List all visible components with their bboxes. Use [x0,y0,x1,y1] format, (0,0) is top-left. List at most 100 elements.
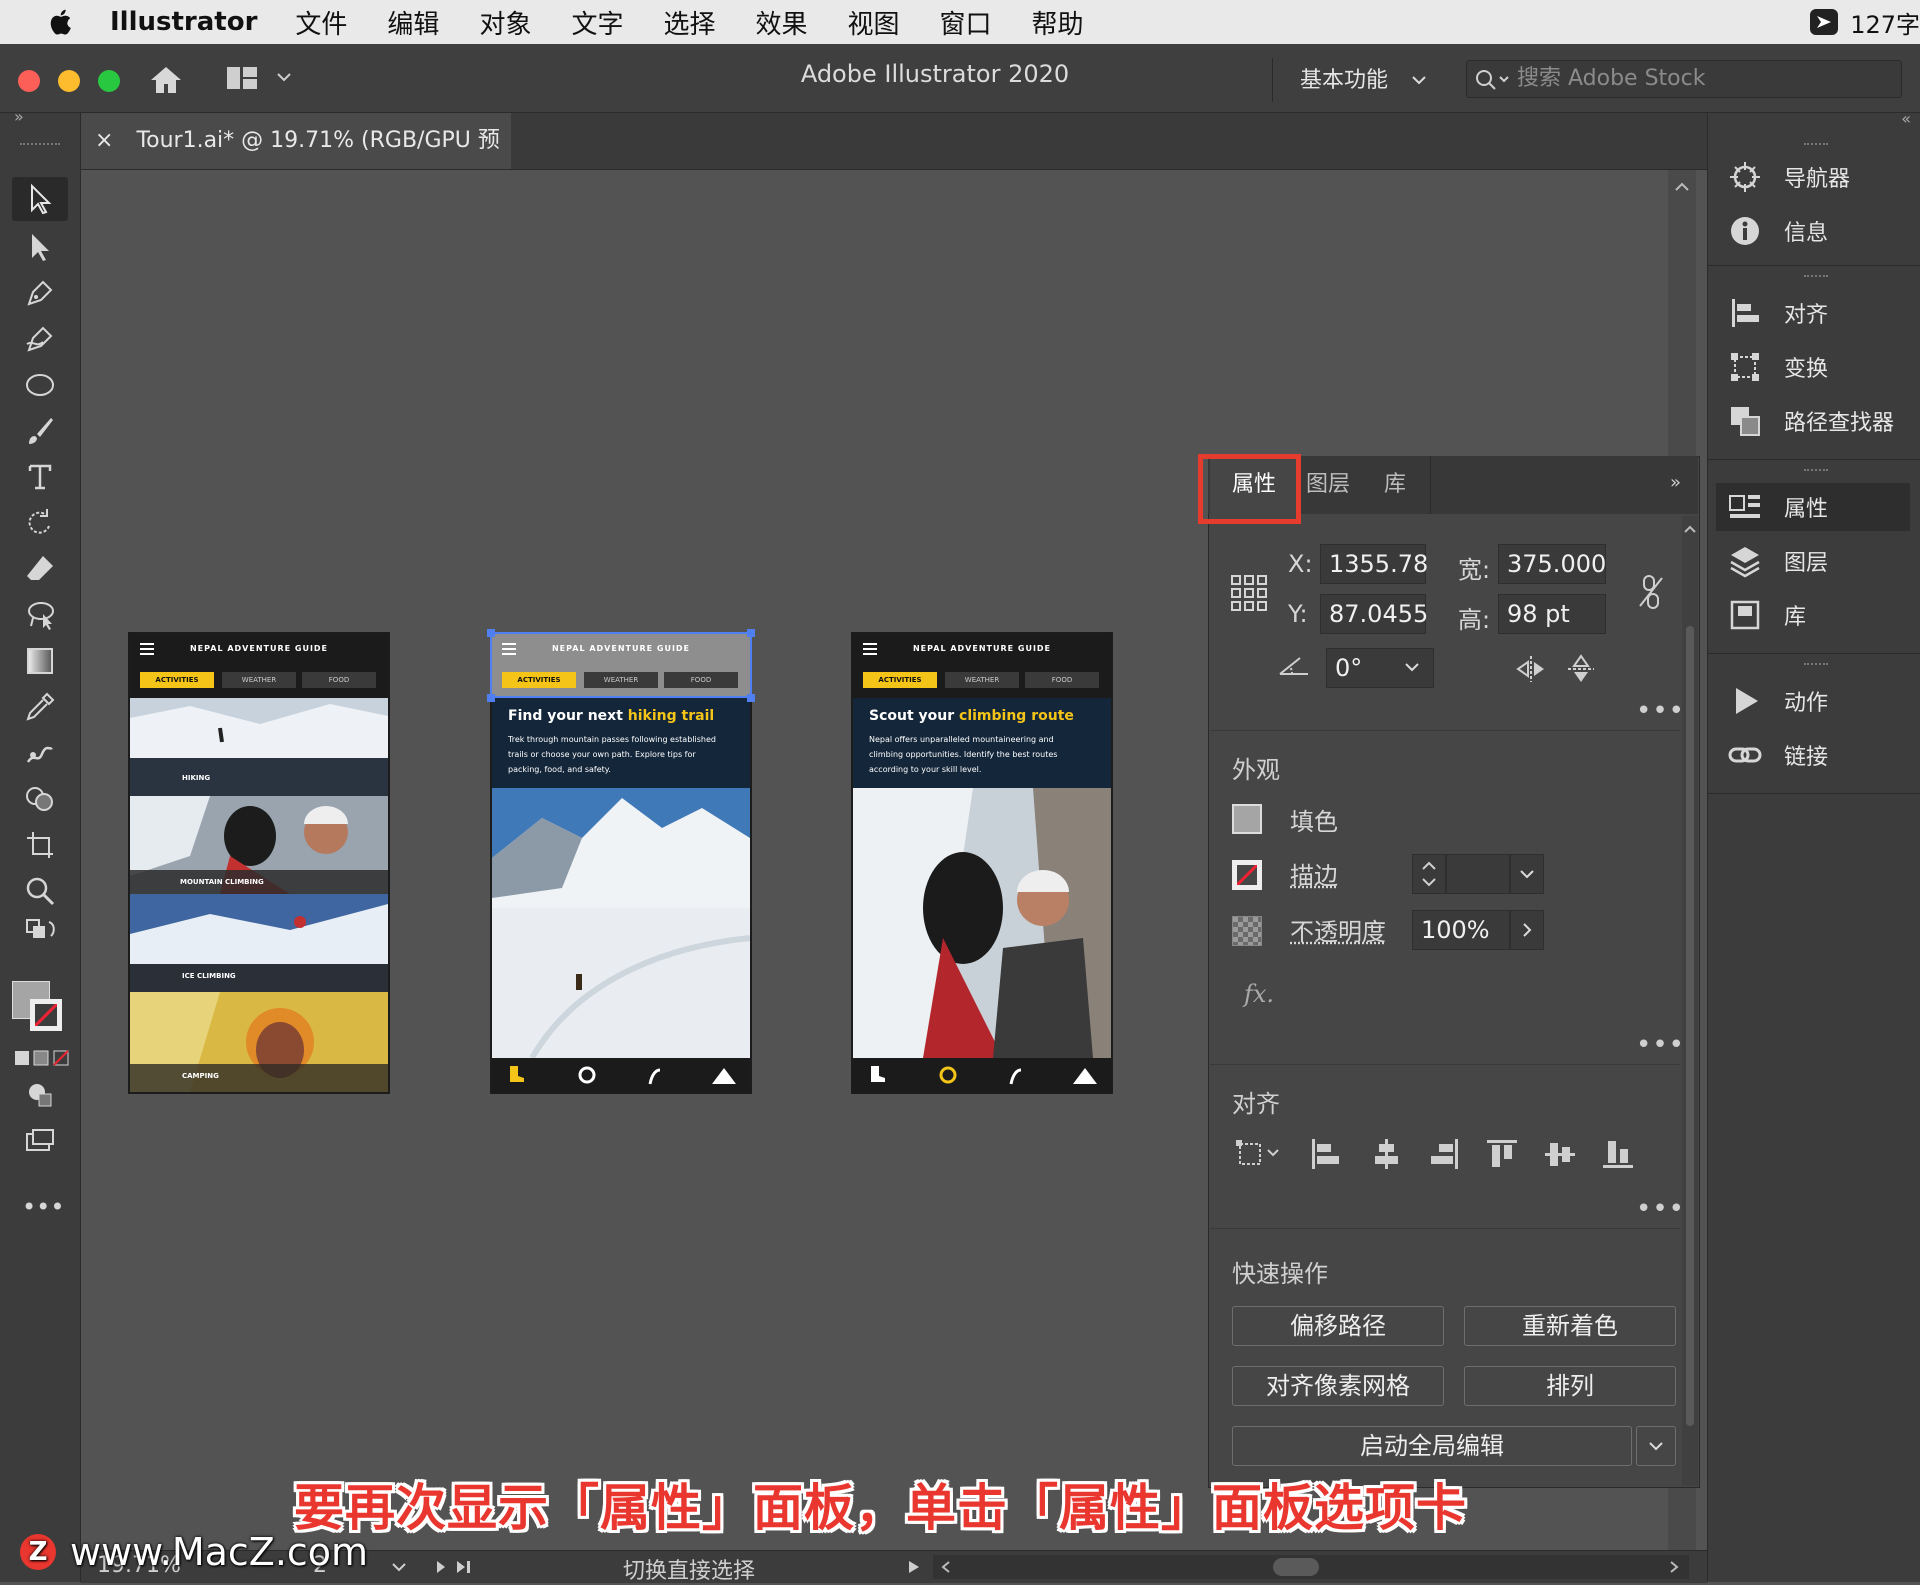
height-input[interactable]: 98 pt [1498,594,1606,634]
tab-layers[interactable]: 图层 [1298,456,1358,514]
actions-panel-button[interactable]: 动作 [1728,677,1908,725]
y-input[interactable]: 87.0455 [1320,594,1426,634]
align-horizontal-center-icon[interactable] [1370,1138,1402,1170]
menu-select[interactable]: 选择 [663,4,715,41]
stroke-swatch[interactable] [30,999,62,1031]
align-top-icon[interactable] [1486,1138,1518,1170]
menu-view[interactable]: 视图 [848,4,900,41]
panel-grip[interactable] [1804,143,1828,151]
libraries-panel-button[interactable]: 库 [1728,591,1908,639]
eyedropper-tool[interactable] [12,685,68,729]
properties-panel-button[interactable]: 属性 [1716,483,1910,531]
expand-panel-icon[interactable]: » [14,107,24,126]
paintbrush-tool[interactable] [12,409,68,453]
panel-grip[interactable] [1804,663,1828,671]
stroke-weight-input[interactable] [1446,854,1510,894]
artboard-1[interactable]: NEPAL ADVENTURE GUIDE ACTIVITIES WEATHER… [128,632,390,1094]
navigator-panel-button[interactable]: 导航器 [1728,153,1908,201]
artboard-3[interactable]: NEPAL ADVENTURE GUIDE ACTIVITIES WEATHER… [851,632,1113,1094]
selection-tool[interactable] [12,177,68,221]
fx-effects-button[interactable]: fx. [1244,980,1274,1008]
align-right-icon[interactable] [1428,1138,1460,1170]
opacity-input[interactable]: 100% [1412,910,1510,950]
stroke-weight-dropdown[interactable] [1510,854,1544,894]
pathfinder-panel-button[interactable]: 路径查找器 [1728,397,1908,445]
eraser-tool[interactable] [12,547,68,591]
selection-handle[interactable] [747,629,755,637]
scroll-up-icon[interactable] [1674,180,1690,192]
appearance-more-button[interactable]: ••• [1636,1030,1685,1060]
recolor-button[interactable]: 重新着色 [1464,1306,1676,1346]
type-tool[interactable] [12,455,68,499]
align-to-selection-icon[interactable] [1236,1136,1286,1170]
play-icon[interactable] [907,1559,921,1575]
menu-help[interactable]: 帮助 [1032,4,1084,41]
draw-mode[interactable] [12,1073,68,1117]
curvature-tool[interactable] [12,317,68,361]
chevron-down-icon[interactable] [1404,660,1420,674]
artboard-2[interactable]: NEPAL ADVENTURE GUIDE ACTIVITIES WEATHER… [490,632,752,1094]
x-input[interactable]: 1355.78 [1320,544,1426,584]
close-tab-icon[interactable]: × [95,128,113,153]
flip-horizontal-icon[interactable] [1516,654,1546,684]
rotate-tool[interactable] [12,501,68,545]
panel-menu-icon[interactable]: » [1670,472,1681,493]
lasso-tool[interactable] [12,593,68,637]
workspace-switcher[interactable]: 基本功能 [1300,62,1427,94]
direct-selection-tool[interactable] [12,225,68,269]
align-more-button[interactable]: ••• [1636,1194,1685,1224]
opacity-label[interactable]: 不透明度 [1290,912,1386,947]
flip-vertical-icon[interactable] [1566,654,1596,684]
stroke-weight-stepper[interactable] [1412,854,1446,894]
opacity-slider-button[interactable] [1510,910,1544,950]
info-panel-button[interactable]: 信息 [1728,207,1908,255]
menu-app-name[interactable]: Illustrator [110,7,257,37]
scroll-left-icon[interactable] [941,1561,951,1573]
align-vertical-center-icon[interactable] [1544,1138,1576,1170]
align-to-pixel-grid-button[interactable]: 对齐像素网格 [1232,1366,1444,1406]
stroke-color-swatch[interactable] [1232,860,1262,890]
panel-grip[interactable] [20,143,60,151]
menu-edit[interactable]: 编辑 [387,4,439,41]
width-input[interactable]: 375.000 [1498,544,1606,584]
apple-icon[interactable] [40,7,80,37]
constrain-proportions-icon[interactable] [1636,574,1666,610]
edit-toolbar-icon[interactable]: ••• [22,1193,64,1221]
selection-bounding-box[interactable] [490,632,752,698]
adobe-stock-search[interactable]: 搜索 Adobe Stock [1466,60,1902,98]
chevron-down-icon[interactable] [391,1561,407,1573]
align-left-icon[interactable] [1310,1138,1342,1170]
tab-libraries[interactable]: 库 [1362,456,1428,514]
global-edit-button[interactable]: 启动全局编辑 [1232,1426,1632,1466]
screen-mode[interactable] [12,1119,68,1163]
align-bottom-icon[interactable] [1602,1138,1634,1170]
menu-file[interactable]: 文件 [295,4,347,41]
pen-tool[interactable] [12,271,68,315]
ellipse-tool[interactable] [12,363,68,407]
reference-point-icon[interactable] [1230,574,1268,612]
next-artboard-icon[interactable] [435,1559,475,1575]
align-panel-button[interactable]: 对齐 [1728,289,1908,337]
menu-effect[interactable]: 效果 [755,4,807,41]
global-edit-options-button[interactable] [1636,1426,1676,1466]
puppet-warp-tool[interactable] [12,731,68,775]
links-panel-button[interactable]: 链接 [1728,731,1908,779]
offset-path-button[interactable]: 偏移路径 [1232,1306,1444,1346]
color-mode-buttons[interactable] [14,1049,70,1071]
transform-panel-button[interactable]: 变换 [1728,343,1908,391]
horizontal-scrollbar[interactable] [933,1555,1689,1579]
status-app-icon[interactable] [1808,6,1840,38]
swap-fill-stroke[interactable] [12,911,68,955]
selection-handle[interactable] [487,694,495,702]
stroke-label[interactable]: 描边 [1290,856,1338,891]
layers-panel-button[interactable]: 图层 [1728,537,1908,585]
artboard-tool[interactable] [12,823,68,867]
selection-handle[interactable] [747,694,755,702]
zoom-tool[interactable] [12,869,68,913]
scroll-thumb[interactable] [1686,626,1694,1426]
transform-more-button[interactable]: ••• [1636,696,1685,726]
shape-builder-tool[interactable] [12,777,68,821]
panel-grip[interactable] [1804,275,1828,283]
gradient-tool[interactable] [12,639,68,683]
properties-scrollbar[interactable] [1682,516,1698,1486]
